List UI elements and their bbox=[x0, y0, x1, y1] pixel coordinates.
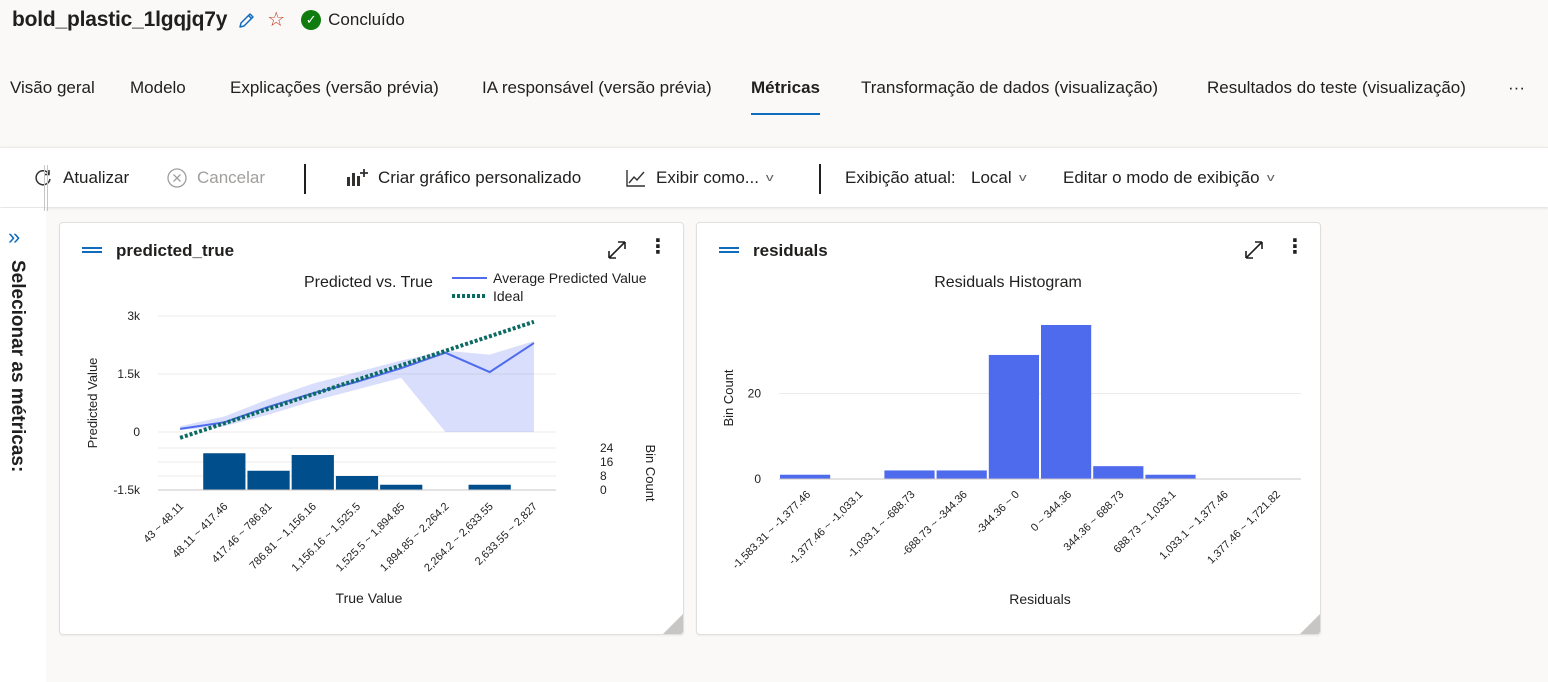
tab-model[interactable]: Modelo bbox=[130, 78, 186, 98]
y-axis-label: Bin Count bbox=[721, 369, 736, 426]
edit-icon[interactable] bbox=[237, 10, 257, 30]
run-title: bold_plastic_1lgqjq7y bbox=[12, 8, 228, 31]
refresh-label: Atualizar bbox=[63, 168, 130, 187]
current-view-value: Local bbox=[971, 168, 1012, 187]
histogram-bar bbox=[1093, 466, 1144, 479]
y2-tick-label: 16 bbox=[600, 455, 614, 469]
predicted-true-chart: Predicted vs. True Average Predicted Valu… bbox=[85, 270, 658, 606]
x-axis-label: Residuals bbox=[1009, 591, 1070, 607]
bar-chart-add-icon bbox=[345, 167, 369, 189]
status-text: Concluído bbox=[328, 10, 405, 29]
toolbar-divider bbox=[819, 164, 821, 194]
histogram-bar bbox=[780, 474, 831, 479]
chart-title: Residuals Histogram bbox=[934, 274, 1082, 291]
histogram-bar bbox=[1145, 474, 1196, 479]
select-metrics-label: Selecionar as métricas: bbox=[7, 260, 28, 473]
tab-test-results[interactable]: Resultados do teste (visualização) bbox=[1207, 78, 1466, 98]
chart-title: Predicted vs. True bbox=[304, 274, 433, 291]
x-tick-label: 43 ~ 48.11 bbox=[141, 501, 186, 546]
residuals-histogram-chart: Residuals Histogram200Bin Count-1,583.31… bbox=[721, 274, 1301, 607]
metric-card-predicted-true: predicted_true ⋮ Predicted vs. True Avera… bbox=[59, 222, 684, 635]
view-as-label: Exibir como... bbox=[656, 168, 759, 187]
y-tick-label: 3k bbox=[127, 309, 141, 323]
tab-bar: Visão geral Modelo Explicações (versão p… bbox=[0, 70, 1548, 118]
card-resize-handle[interactable] bbox=[663, 614, 683, 634]
y-tick-label: 20 bbox=[748, 386, 762, 400]
y-axis-label: Predicted Value bbox=[85, 358, 100, 449]
tab-responsible-ai[interactable]: IA responsável (versão prévia) bbox=[482, 78, 712, 98]
cancel-icon bbox=[166, 167, 188, 189]
bin-count-bar bbox=[380, 484, 423, 490]
tab-data-transformation[interactable]: Transformação de dados (visualização) bbox=[861, 78, 1158, 98]
histogram-bar bbox=[884, 470, 935, 479]
check-circle-icon: ✓ bbox=[301, 10, 322, 30]
cancel-button[interactable]: Cancelar bbox=[166, 148, 265, 208]
toolbar-divider bbox=[304, 164, 306, 194]
legend-label: Average Predicted Value bbox=[493, 270, 647, 286]
line-chart-icon bbox=[625, 167, 647, 189]
x-axis-label: True Value bbox=[336, 590, 403, 606]
bin-count-bar bbox=[468, 484, 511, 490]
current-view-dropdown[interactable]: Local v bbox=[971, 148, 1027, 208]
x-tick-label: 0 ~ 344.36 bbox=[1029, 489, 1074, 534]
chevron-down-icon: v bbox=[765, 172, 774, 184]
edit-view-mode-dropdown[interactable]: Editar o modo de exibição v bbox=[1063, 148, 1275, 208]
y2-axis-label: Bin Count bbox=[643, 444, 658, 501]
chevron-down-icon: v bbox=[1018, 172, 1027, 184]
histogram-bar bbox=[988, 354, 1039, 479]
panel-resize-handle[interactable] bbox=[44, 165, 48, 211]
legend-label: Ideal bbox=[493, 288, 523, 304]
tab-overview[interactable]: Visão geral bbox=[10, 78, 95, 98]
edit-view-mode-label: Editar o modo de exibição bbox=[1063, 168, 1260, 187]
create-custom-chart-label: Criar gráfico personalizado bbox=[378, 168, 582, 187]
star-icon[interactable]: ☆ bbox=[267, 10, 285, 30]
y-tick-label: 0 bbox=[754, 472, 761, 486]
y-tick-label: 1.5k bbox=[117, 367, 141, 381]
bin-count-bar bbox=[247, 470, 290, 490]
y-tick-label: -1.5k bbox=[113, 483, 141, 497]
x-tick-label: -344.36 ~ 0 bbox=[974, 489, 1022, 537]
y2-tick-label: 8 bbox=[600, 469, 607, 483]
status-badge: ✓ Concluído bbox=[301, 10, 405, 30]
command-bar: Atualizar Cancelar Criar gráfico persona… bbox=[0, 147, 1548, 207]
y2-tick-label: 0 bbox=[600, 483, 607, 497]
cancel-label: Cancelar bbox=[197, 168, 266, 187]
active-tab-indicator bbox=[751, 113, 820, 115]
metrics-selector-panel: » Selecionar as métricas: bbox=[0, 208, 46, 682]
card-resize-handle[interactable] bbox=[1300, 614, 1320, 634]
bin-count-bar bbox=[203, 453, 246, 490]
expand-panel-icon[interactable]: » bbox=[8, 226, 20, 248]
title-row: bold_plastic_1lgqjq7y ☆ ✓ Concluído bbox=[12, 6, 405, 34]
run-header: bold_plastic_1lgqjq7y ☆ ✓ Concluído Visã… bbox=[0, 0, 1548, 146]
view-as-dropdown[interactable]: Exibir como... v bbox=[625, 148, 774, 208]
y-tick-label: 0 bbox=[133, 425, 140, 439]
histogram-bar bbox=[936, 470, 987, 479]
create-custom-chart-button[interactable]: Criar gráfico personalizado bbox=[345, 148, 581, 208]
histogram-bar bbox=[1041, 325, 1092, 479]
tab-metrics[interactable]: Métricas bbox=[751, 78, 820, 98]
tab-more-button[interactable]: ··· bbox=[1508, 78, 1525, 98]
tab-explanations[interactable]: Explicações (versão prévia) bbox=[230, 78, 439, 98]
refresh-icon bbox=[32, 167, 54, 189]
bin-count-bar bbox=[335, 476, 379, 490]
metric-card-residuals: residuals ⋮ Residuals Histogram 20 0 Bin Co… bbox=[696, 222, 1321, 635]
chevron-down-icon: v bbox=[1266, 172, 1275, 184]
y2-tick-label: 24 bbox=[600, 441, 614, 455]
current-view-label: Exibição atual: bbox=[845, 168, 956, 187]
bin-count-bar bbox=[291, 455, 334, 490]
